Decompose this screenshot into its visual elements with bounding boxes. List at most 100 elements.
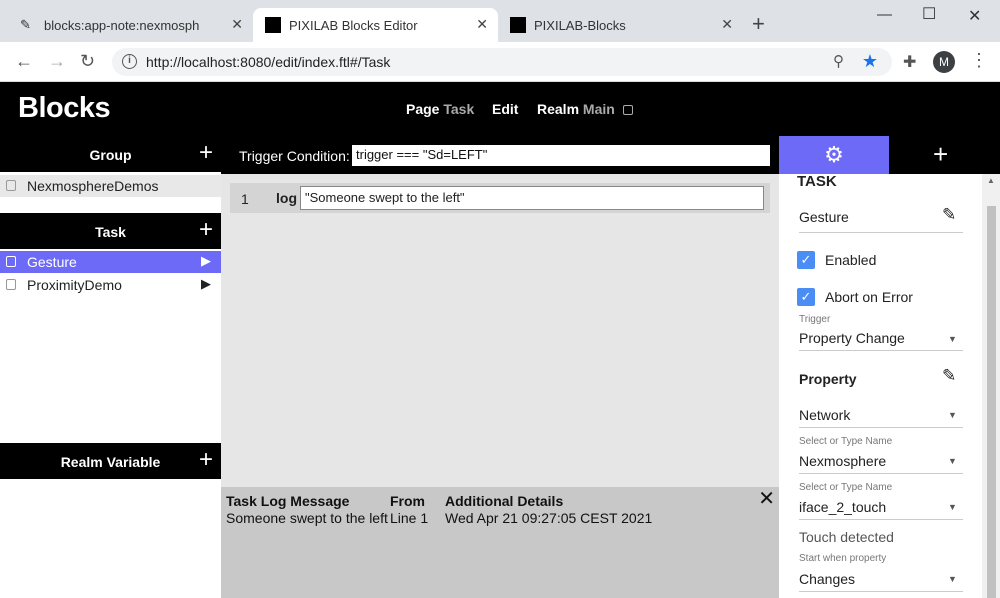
reload-icon[interactable]: ↻ [80, 51, 95, 71]
extensions-puzzle-icon[interactable]: ✚ [903, 52, 916, 72]
nav-realm-label: Realm [537, 101, 580, 117]
chevron-down-icon[interactable]: ▼ [948, 574, 957, 584]
trigger-select[interactable]: Property Change [799, 330, 905, 346]
network-select[interactable]: Network [799, 407, 850, 423]
enabled-checkbox[interactable]: ✓ [797, 251, 815, 269]
property-header: Property [799, 371, 857, 387]
group-section-header: Group + [0, 136, 221, 172]
app-note-favicon-icon: ✎ [20, 17, 31, 32]
minimize-icon[interactable]: — [877, 6, 892, 23]
statement-keyword: log [276, 190, 297, 206]
browser-tab-3[interactable]: PIXILAB-Blocks ✕ [498, 8, 743, 42]
site-info-icon[interactable]: i [122, 54, 137, 69]
trigger-caption: Trigger [799, 314, 831, 325]
realm-variable-section-header: Realm Variable + [0, 443, 221, 479]
start-when-caption: Start when property [799, 553, 887, 564]
tab-title: blocks:app-note:nexmospher [44, 17, 199, 33]
forward-icon[interactable]: → [48, 51, 66, 71]
nav-realm[interactable]: Realm Main [537, 101, 633, 117]
touch-detected-label: Touch detected [799, 529, 894, 545]
back-icon[interactable]: ← [15, 51, 33, 71]
lock-icon [6, 180, 16, 191]
add-task-button[interactable]: + [199, 217, 213, 243]
task-log-panel: Task Log Message From Additional Details… [221, 487, 779, 598]
log-header-message: Task Log Message [226, 493, 350, 509]
chevron-down-icon[interactable]: ▼ [948, 502, 957, 512]
new-tab-button[interactable]: + [752, 13, 765, 35]
divider [799, 591, 963, 592]
chevron-down-icon[interactable]: ▼ [948, 410, 957, 420]
url-text[interactable]: http://localhost:8080/edit/index.ftl#/Ta… [146, 54, 390, 70]
task-item-label: ProximityDemo [27, 277, 122, 293]
nav-page[interactable]: Page Task [406, 101, 474, 117]
edit-pencil-icon[interactable]: ✎ [942, 205, 956, 225]
select-caption: Select or Type Name [799, 482, 893, 493]
zoom-icon[interactable]: ⚲ [833, 52, 844, 70]
app-header: Blocks Page Task Edit Realm Main [0, 82, 1000, 136]
group-item[interactable]: NexmosphereDemos [0, 175, 221, 197]
divider [799, 232, 963, 233]
run-task-icon[interactable]: ▶ [201, 253, 211, 269]
abort-on-error-checkbox[interactable]: ✓ [797, 288, 815, 306]
pixilab-favicon-icon [265, 17, 281, 33]
avatar[interactable]: M [933, 51, 955, 73]
close-icon[interactable]: ✕ [721, 16, 733, 33]
group-item-label: NexmosphereDemos [27, 178, 159, 194]
scrollbar-thumb[interactable] [987, 206, 996, 598]
log-header-details: Additional Details [445, 493, 564, 509]
add-button[interactable]: + [933, 141, 948, 167]
close-icon[interactable]: ✕ [231, 16, 243, 33]
properties-panel: ⚙ + TASK Gesture ✎ ✓ Enabled ✓ Abort on … [779, 136, 1000, 598]
trigger-condition-input[interactable]: trigger === "Sd=LEFT" [352, 145, 770, 166]
browser-menu-icon[interactable]: ⋮ [970, 50, 988, 71]
settings-gear-button[interactable]: ⚙ [779, 136, 889, 174]
window-close-icon[interactable]: ✕ [968, 6, 981, 26]
changes-select[interactable]: Changes [799, 571, 855, 587]
close-log-icon[interactable]: ✕ [758, 488, 775, 510]
nav-page-value: Task [443, 101, 475, 117]
add-realm-variable-button[interactable]: + [199, 447, 213, 473]
iface-select[interactable]: iface_2_touch [799, 499, 886, 515]
run-task-icon[interactable]: ▶ [201, 276, 211, 292]
task-item-proximitydemo[interactable]: ProximityDemo ▶ [0, 274, 221, 296]
chevron-down-icon[interactable]: ▼ [948, 334, 957, 344]
divider [799, 427, 963, 428]
browser-tab-2[interactable]: PIXILAB Blocks Editor ✕ [253, 8, 498, 42]
browser-tab-1[interactable]: ✎ blocks:app-note:nexmospher ✕ [8, 8, 253, 42]
maximize-icon[interactable]: ☐ [922, 4, 936, 24]
task-item-gesture[interactable]: Gesture ▶ [0, 251, 221, 273]
chevron-down-icon[interactable]: ▼ [948, 456, 957, 466]
edit-pencil-icon[interactable]: ✎ [942, 366, 956, 386]
divider [799, 473, 963, 474]
statement-row[interactable]: 1 log "Someone swept to the left" [230, 183, 770, 213]
lock-icon [6, 256, 16, 267]
task-section-header: Task + [0, 213, 221, 249]
task-name-value[interactable]: Gesture [799, 209, 849, 225]
nav-edit[interactable]: Edit [492, 101, 518, 117]
realm-variable-header-label: Realm Variable [60, 454, 161, 470]
section-title: TASK [797, 173, 837, 190]
close-icon[interactable]: ✕ [476, 16, 488, 33]
pixilab-favicon-icon [510, 17, 526, 33]
nav-page-label: Page [406, 101, 440, 117]
add-group-button[interactable]: + [199, 140, 213, 166]
task-editor-area: 1 log "Someone swept to the left" [221, 174, 779, 487]
address-bar-row: ← → ↻ i http://localhost:8080/edit/index… [0, 42, 1000, 82]
group-header-label: Group [89, 147, 132, 163]
lock-icon [6, 279, 16, 290]
properties-scrollbar[interactable]: ▲ [982, 174, 1000, 598]
tab-title: PIXILAB-Blocks [534, 17, 626, 33]
trigger-condition-bar: Trigger Condition: trigger === "Sd=LEFT" [221, 136, 779, 174]
bookmark-star-icon[interactable]: ★ [862, 51, 878, 72]
nexmosphere-select[interactable]: Nexmosphere [799, 453, 886, 469]
scroll-up-icon[interactable]: ▲ [987, 176, 995, 185]
lock-icon [622, 105, 633, 115]
omnibox[interactable]: i http://localhost:8080/edit/index.ftl#/… [112, 48, 892, 76]
task-header-label: Task [95, 224, 126, 240]
task-item-label: Gesture [27, 254, 77, 270]
abort-on-error-label: Abort on Error [825, 289, 913, 305]
log-message-input[interactable]: "Someone swept to the left" [300, 186, 764, 210]
log-row-from: Line 1 [390, 510, 429, 526]
log-row-message: Someone swept to the left [226, 510, 388, 526]
divider [799, 350, 963, 351]
